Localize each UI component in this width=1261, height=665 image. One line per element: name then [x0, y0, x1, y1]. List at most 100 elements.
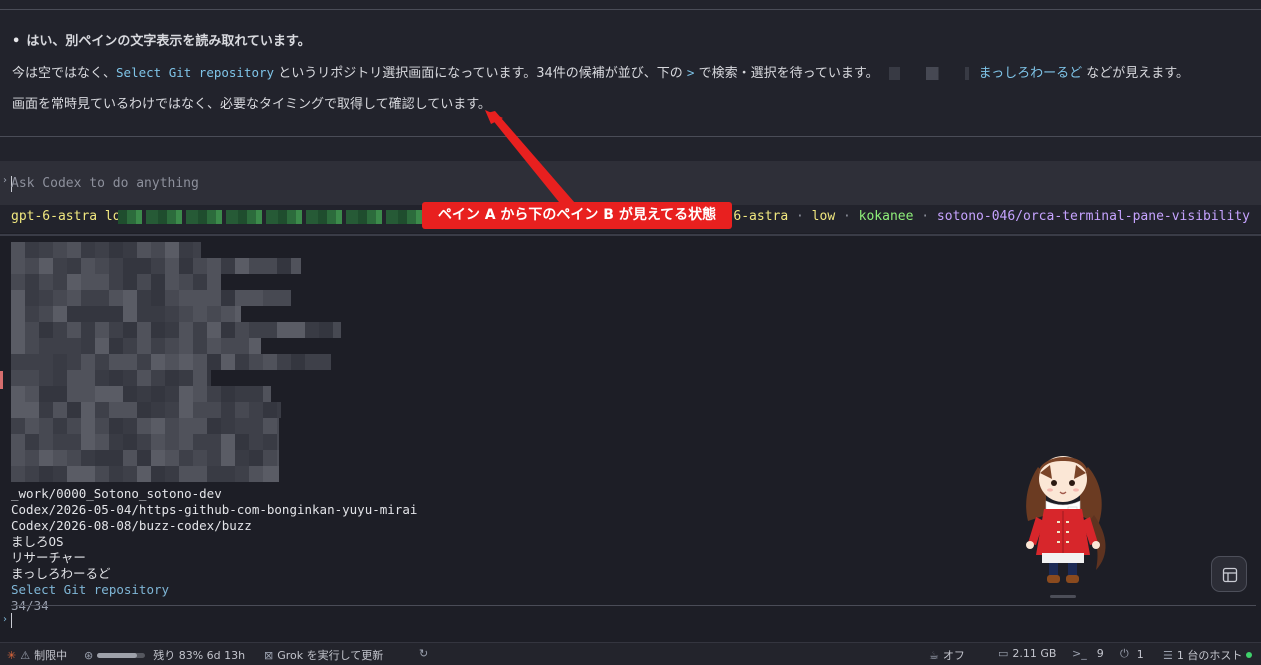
redaction-pixel [67, 306, 81, 322]
refresh-button[interactable]: ↻ [419, 647, 428, 660]
grok-status[interactable]: ⊠ Grok を実行して更新 [264, 647, 383, 663]
redaction-pixel [95, 322, 109, 338]
list-item[interactable]: まっしろわーるど [11, 566, 111, 582]
redaction-pixel [207, 258, 221, 274]
redaction-pixel [53, 402, 67, 418]
redaction-pixel [151, 274, 165, 290]
redaction-pixel [11, 434, 25, 450]
terminal-count[interactable]: >_ 9 [1072, 647, 1104, 660]
redaction-pixel [291, 322, 305, 338]
redaction-pixel [67, 258, 81, 274]
redaction-pixel [165, 258, 179, 274]
redaction-pixel [81, 402, 95, 418]
redaction-pixel [25, 290, 39, 306]
redaction-pixel [109, 242, 123, 258]
redaction-pixel [207, 402, 221, 418]
redaction-pixel [207, 338, 221, 354]
redaction-pixel [123, 258, 137, 274]
redaction-pixel [123, 274, 137, 290]
redaction-pixel [207, 306, 221, 322]
usage-progress-fill [97, 652, 138, 658]
selected-list-item[interactable]: Select Git repository [11, 582, 169, 598]
terminal-icon: >_ [1072, 647, 1087, 660]
redaction-pixel [193, 322, 207, 338]
redaction-pixel [305, 354, 319, 370]
message-text: などが見えます。 [1082, 66, 1189, 81]
separator: · [796, 209, 804, 224]
message-line-1: • はい、別ペインの文字表示を読み取れています。 [12, 33, 311, 51]
redaction-pixel [53, 370, 67, 386]
redaction-pixel [25, 450, 39, 466]
caffeinate-toggle[interactable]: ☕ オフ [929, 647, 965, 663]
redaction-pixel [249, 322, 263, 338]
redaction-pixel [193, 354, 207, 370]
search-input[interactable] [11, 613, 12, 628]
redaction-pixel [263, 418, 277, 434]
redaction-pixel [151, 418, 165, 434]
list-item[interactable]: Codex/2026-05-04/https-github-com-bongin… [11, 502, 417, 518]
separator: · [921, 209, 930, 224]
composer[interactable]: › Ask Codex to do anything [0, 161, 1261, 205]
redaction-pixel [165, 242, 179, 258]
list-item[interactable]: ましろOS [11, 534, 64, 550]
redaction-pixel [151, 258, 165, 274]
redaction-pixel [151, 386, 165, 402]
limit-status[interactable]: ✳ ⚠ 制限中 [7, 647, 67, 663]
layout-toggle-button[interactable] [1211, 556, 1247, 592]
redaction-pixel [95, 370, 109, 386]
redaction-pixel [151, 402, 165, 418]
redaction-pixel [123, 354, 137, 370]
redaction-pixel [53, 418, 67, 434]
usage-status[interactable]: ⊛ 残り 83% 6d 13h [84, 647, 245, 663]
redaction-pixel [193, 242, 201, 258]
redacted-text [888, 67, 969, 80]
redaction-pixel [235, 306, 241, 322]
list-item[interactable]: Codex/2026-08-08/buzz-codex/buzz [11, 518, 252, 534]
redaction-pixel [179, 274, 193, 290]
redaction-pixel [151, 338, 165, 354]
redaction-pixel [81, 354, 95, 370]
memory-icon: ▭ [998, 647, 1009, 660]
composer-placeholder[interactable]: Ask Codex to do anything [11, 176, 199, 191]
remaining-label: 残り 83% 6d 13h [153, 649, 246, 662]
redaction-pixel [11, 370, 25, 386]
redaction-pixel [151, 434, 165, 450]
plug-icon: ⏻ [1120, 647, 1129, 660]
redaction-pixel [221, 450, 235, 466]
memory-status[interactable]: ▭ 2.11 GB [998, 647, 1056, 660]
host-status[interactable]: ☰ 1 台のホスト [1163, 647, 1253, 663]
redaction-pixel [11, 354, 25, 370]
redaction-pixel [95, 274, 109, 290]
result-count: 34/34 [11, 598, 49, 613]
redaction-pixel [81, 290, 95, 306]
redaction-pixel [109, 322, 123, 338]
redaction-pixel [151, 450, 165, 466]
redaction-pixel [39, 354, 53, 370]
redaction-pixel [193, 290, 207, 306]
redaction-pixel [249, 450, 263, 466]
redaction-pixel [81, 466, 95, 482]
redaction-pixel [137, 434, 151, 450]
redaction-pixel [11, 402, 25, 418]
message-line-3: 画面を常時見ているわけではなく、必要なタイミングで取得して確認しています。 [12, 96, 491, 114]
redaction-pixel [11, 322, 25, 338]
plug-count[interactable]: ⏻ 1 [1120, 647, 1144, 661]
list-item[interactable]: _work/0000_Sotono_sotono-dev [11, 486, 222, 502]
redaction-pixel [221, 418, 235, 434]
redaction-pixel [11, 306, 25, 322]
redaction-pixel [25, 370, 39, 386]
redaction-pixel [25, 338, 39, 354]
redaction-pixel [193, 418, 207, 434]
redaction-pixel [207, 386, 221, 402]
redaction-pixel [179, 306, 193, 322]
redaction-pixel [277, 434, 279, 450]
redaction-pixel [67, 450, 81, 466]
redaction-pixel [151, 242, 165, 258]
list-item[interactable]: リサーチャー [11, 550, 86, 566]
message-line-2: 今は空ではなく、Select Git repository というリポジトリ選択… [12, 64, 1189, 83]
redaction-pixel [53, 290, 67, 306]
redaction-pixel [207, 290, 221, 306]
redaction-pixel [95, 386, 109, 402]
redaction-pixel [11, 466, 25, 482]
redaction-pixel [179, 338, 193, 354]
